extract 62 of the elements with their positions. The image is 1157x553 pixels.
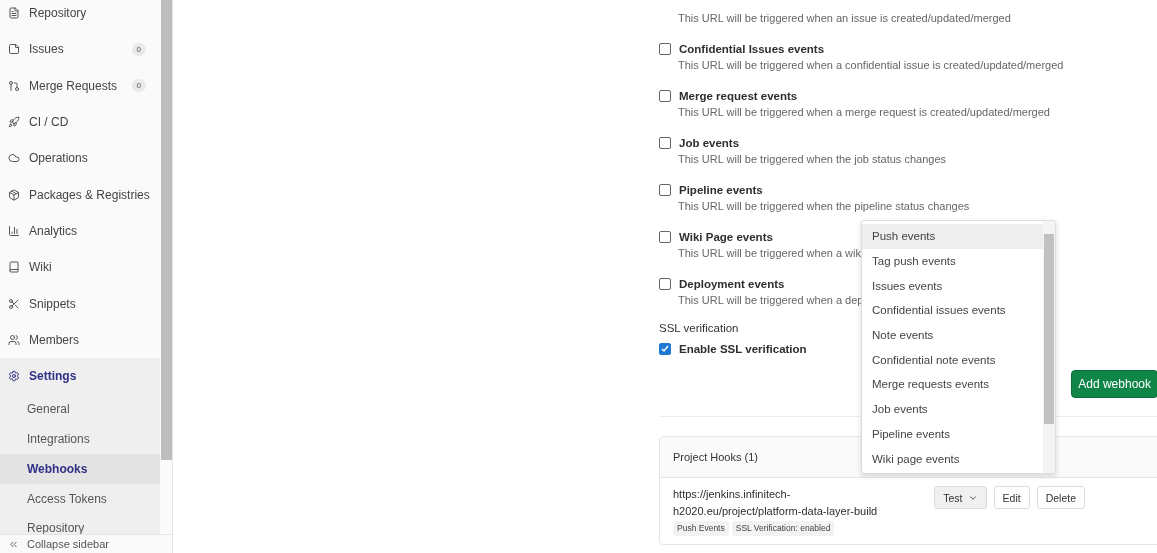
sidebar-item[interactable]: Operations — [0, 140, 160, 177]
settings-icon — [8, 370, 20, 383]
hook-button[interactable]: Edit — [993, 486, 1030, 509]
hook-button[interactable]: Test — [934, 486, 987, 509]
rocket-icon — [8, 116, 20, 129]
merge-icon — [8, 79, 20, 92]
sidebar-item[interactable]: Issues 0 — [0, 31, 160, 68]
hook-button[interactable]: Delete — [1036, 486, 1085, 509]
tag: SSL Verification: enabled — [731, 521, 835, 536]
cloud-icon — [8, 152, 20, 165]
sidebar-item[interactable]: Members — [0, 321, 160, 358]
checkbox[interactable] — [659, 278, 671, 290]
event-description: This URL will be triggered when a wik — [678, 246, 861, 261]
sidebar-item[interactable]: Wiki — [0, 249, 160, 286]
event-description: This URL will be triggered when the job status changes — [678, 152, 946, 167]
event-description: This URL will be triggered when the pipeline status changes — [678, 199, 970, 214]
event-title: Wiki Page events — [679, 231, 773, 243]
count-badge: 0 — [131, 79, 146, 93]
note-icon — [8, 43, 20, 56]
sidebar-item[interactable]: Repository — [0, 0, 160, 32]
checkbox[interactable] — [659, 43, 671, 55]
ssl-label: Enable SSL verification — [679, 343, 807, 355]
event-title: Job events — [679, 137, 740, 149]
event-description: This URL will be triggered when a confidential issue is created/updated/merged — [678, 58, 1064, 73]
event-description: This URL will be triggered when a merge request is created/updated/merged — [678, 105, 1050, 120]
sidebar-subitem[interactable]: Webhooks — [0, 453, 160, 484]
hook-url: h2020.eu/project/platform-data-layer-build — [673, 504, 879, 519]
sidebar-subitem[interactable]: Access Tokens — [0, 483, 160, 514]
tag: Push Events — [673, 521, 729, 536]
sidebar-subitem[interactable]: Repository — [0, 513, 160, 534]
ssl-heading: SSL verification — [659, 322, 739, 336]
sidebar-subitem[interactable]: Integrations — [0, 424, 160, 454]
event-title: Pipeline events — [679, 184, 763, 196]
add-webhook-button[interactable]: Add webhook — [1071, 370, 1157, 398]
event-title: Merge request events — [679, 90, 798, 102]
event-description: This URL will be triggered when an issue is created/updated/merged — [678, 11, 1011, 26]
sidebar-item[interactable]: Merge Requests 0 — [0, 67, 160, 104]
count-badge: 0 — [131, 42, 146, 56]
checkbox[interactable] — [659, 184, 671, 196]
event-title: Deployment events — [679, 278, 785, 290]
checkbox[interactable] — [659, 90, 671, 102]
package-icon — [8, 188, 20, 201]
collapse-sidebar-button[interactable]: Collapse sidebar — [0, 534, 172, 553]
sidebar-item[interactable]: CI / CD — [0, 103, 160, 141]
sidebar-item[interactable]: Snippets — [0, 285, 160, 322]
users-icon — [8, 333, 20, 346]
event-title: Confidential Issues events — [679, 43, 825, 55]
chart-icon — [8, 224, 20, 237]
sidebar-item[interactable]: Analytics — [0, 212, 160, 250]
scrollbar[interactable] — [161, 0, 172, 460]
checkbox[interactable] — [659, 137, 671, 149]
scissors-icon — [8, 297, 20, 310]
checkbox[interactable] — [659, 231, 671, 243]
sidebar-item[interactable]: Packages & Registries — [0, 176, 160, 213]
book-icon — [8, 261, 20, 274]
checkbox[interactable] — [659, 343, 671, 355]
hook-url: https://jenkins.infinitech- — [673, 487, 792, 502]
sidebar-subitem[interactable]: General — [0, 394, 160, 425]
dropdown-option[interactable]: Push events — [862, 224, 1043, 249]
file-icon — [8, 7, 20, 20]
scrollbar[interactable] — [1043, 221, 1055, 473]
sidebar-item[interactable]: Settings — [0, 357, 160, 395]
